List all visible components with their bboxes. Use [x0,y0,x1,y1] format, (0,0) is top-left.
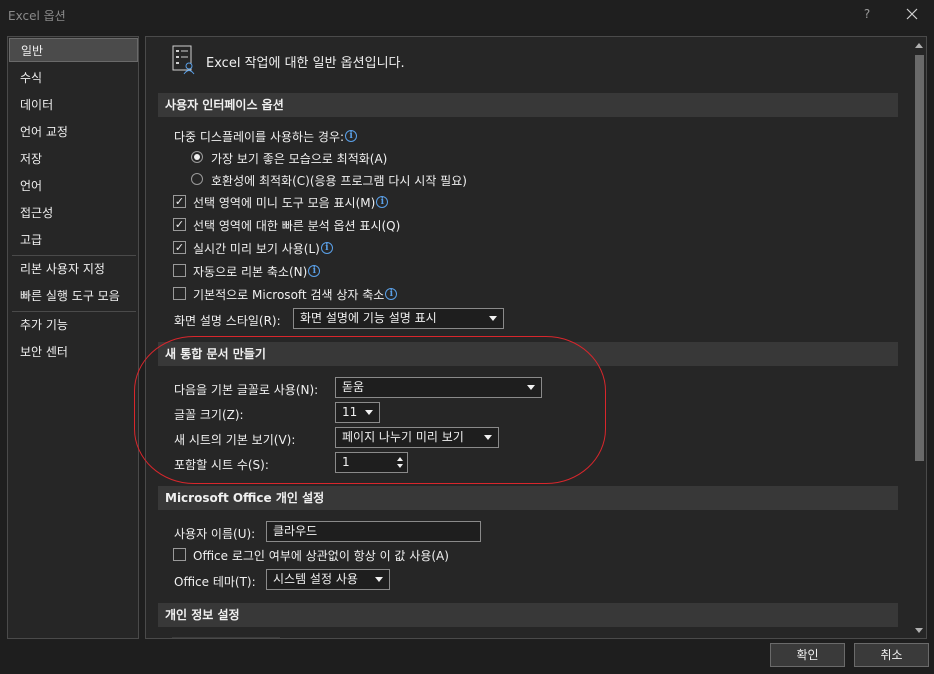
options-panel: Excel 작업에 대한 일반 옵션입니다. 사용자 인터페이스 옵션 다중 디… [145,36,927,639]
screentip-style-label: 화면 설명 스타일(R): [174,314,281,328]
mini-toolbar-label[interactable]: 선택 영역에 미니 도구 모음 표시(M) i [193,194,389,211]
office-theme-label: Office 테마(T): [174,575,256,589]
chevron-down-icon [484,435,492,440]
section-office-personalize: Microsoft Office 개인 설정 [158,486,898,510]
scroll-thumb[interactable] [915,55,924,461]
general-options-icon [172,45,195,75]
default-view-label: 새 시트의 기본 보기(V): [174,433,296,447]
spin-down-icon[interactable] [397,464,403,468]
sidebar-item-add-ins[interactable]: 추가 기능 [9,313,138,337]
chevron-down-icon [489,316,497,321]
default-font-label: 다음을 기본 글꼴로 사용(N): [174,383,319,397]
radio-optimize-compat[interactable] [191,173,203,185]
section-ui-options: 사용자 인터페이스 옵션 [158,93,898,117]
font-size-value: 11 [342,405,358,419]
chevron-down-icon [375,577,383,582]
sidebar-item-customize-ribbon[interactable]: 리본 사용자 지정 [9,257,138,281]
radio-optimize-best[interactable] [191,151,203,163]
sheet-count-spinner[interactable]: 1 [335,452,408,473]
section-new-workbook: 새 통합 문서 만들기 [158,342,898,366]
checkbox-live-preview[interactable]: ✓ [173,241,186,254]
chevron-down-icon [527,385,535,390]
checkbox-collapse-search[interactable] [173,287,186,300]
checkbox-mini-toolbar[interactable]: ✓ [173,195,186,208]
username-label: 사용자 이름(U): [174,527,256,541]
default-view-dropdown[interactable]: 페이지 나누기 미리 보기 [335,427,499,448]
close-button[interactable] [900,3,924,25]
radio-optimize-compat-label[interactable]: 호환성에 최적화(C)(응용 프로그램 다시 시작 필요) [211,172,467,189]
live-preview-label[interactable]: 실시간 미리 보기 사용(L) i [193,240,333,257]
collapse-search-label[interactable]: 기본적으로 Microsoft 검색 상자 축소 i [193,286,398,303]
always-use-label[interactable]: Office 로그인 여부에 상관없이 항상 이 값 사용(A) [193,547,449,564]
font-size-dropdown[interactable]: 11 [335,402,380,423]
screentip-style-dropdown[interactable]: 화면 설명에 기능 설명 표시 [293,308,504,329]
office-theme-value: 시스템 설정 사용 [273,572,358,586]
sidebar-item-quick-access-toolbar[interactable]: 빠른 실행 도구 모음 [9,284,138,308]
sidebar-item-proofing[interactable]: 언어 교정 [9,120,138,144]
screentip-style-value: 화면 설명에 기능 설명 표시 [300,311,437,325]
info-icon[interactable]: i [385,288,398,300]
sidebar-item-language[interactable]: 언어 [9,174,138,198]
collapse-ribbon-label[interactable]: 자동으로 리본 축소(N) i [193,263,321,280]
info-icon[interactable]: i [376,196,389,208]
default-font-value: 돋움 [342,380,365,394]
help-button[interactable]: ? [856,3,878,25]
checkbox-always-use[interactable] [173,548,186,561]
sidebar-item-save[interactable]: 저장 [9,147,138,171]
sidebar-item-advanced[interactable]: 고급 [9,228,138,252]
info-icon[interactable]: i [320,242,333,254]
default-font-dropdown[interactable]: 돋움 [335,377,542,398]
page-heading: Excel 작업에 대한 일반 옵션입니다. [206,56,405,71]
scroll-up-icon[interactable] [915,43,923,48]
scrollbar[interactable] [912,39,926,637]
sidebar-divider [12,255,136,256]
username-input[interactable]: 클라우드 [266,521,481,542]
quick-analysis-label[interactable]: 선택 영역에 대한 빠른 분석 옵션 표시(Q) [193,217,400,234]
font-size-label: 글꼴 크기(Z): [174,408,244,422]
checkbox-collapse-ribbon[interactable] [173,264,186,277]
cancel-button[interactable]: 취소 [854,643,929,667]
default-view-value: 페이지 나누기 미리 보기 [342,430,464,444]
spin-up-icon[interactable] [397,457,403,461]
username-value: 클라우드 [273,524,318,538]
close-icon [906,8,918,20]
chevron-down-icon [365,410,373,415]
multi-display-label: 다중 디스플레이를 사용하는 경우: i [174,128,358,145]
ok-button[interactable]: 확인 [770,643,845,667]
sidebar-item-trust-center[interactable]: 보안 센터 [9,340,138,364]
info-icon[interactable]: i [345,130,358,142]
privacy-button-partial[interactable] [172,637,280,638]
checkbox-quick-analysis[interactable]: ✓ [173,218,186,231]
section-privacy: 개인 정보 설정 [158,603,898,627]
office-theme-dropdown[interactable]: 시스템 설정 사용 [266,569,390,590]
info-icon[interactable]: i [308,265,321,277]
title-bar: Excel 옵션 ? [0,0,934,30]
sheet-count-value: 1 [342,455,350,469]
sheet-count-label: 포함할 시트 수(S): [174,458,269,472]
sidebar-item-formulas[interactable]: 수식 [9,66,138,90]
sidebar-item-data[interactable]: 데이터 [9,93,138,117]
radio-optimize-best-label[interactable]: 가장 보기 좋은 모습으로 최적화(A) [211,150,387,167]
sidebar-item-general[interactable]: 일반 [9,38,138,62]
sidebar-item-accessibility[interactable]: 접근성 [9,201,138,225]
scroll-down-icon[interactable] [915,628,923,633]
category-sidebar: 일반 수식 데이터 언어 교정 저장 언어 접근성 고급 리본 사용자 지정 빠… [7,36,139,639]
window-title: Excel 옵션 [8,9,66,23]
sidebar-divider [12,311,136,312]
